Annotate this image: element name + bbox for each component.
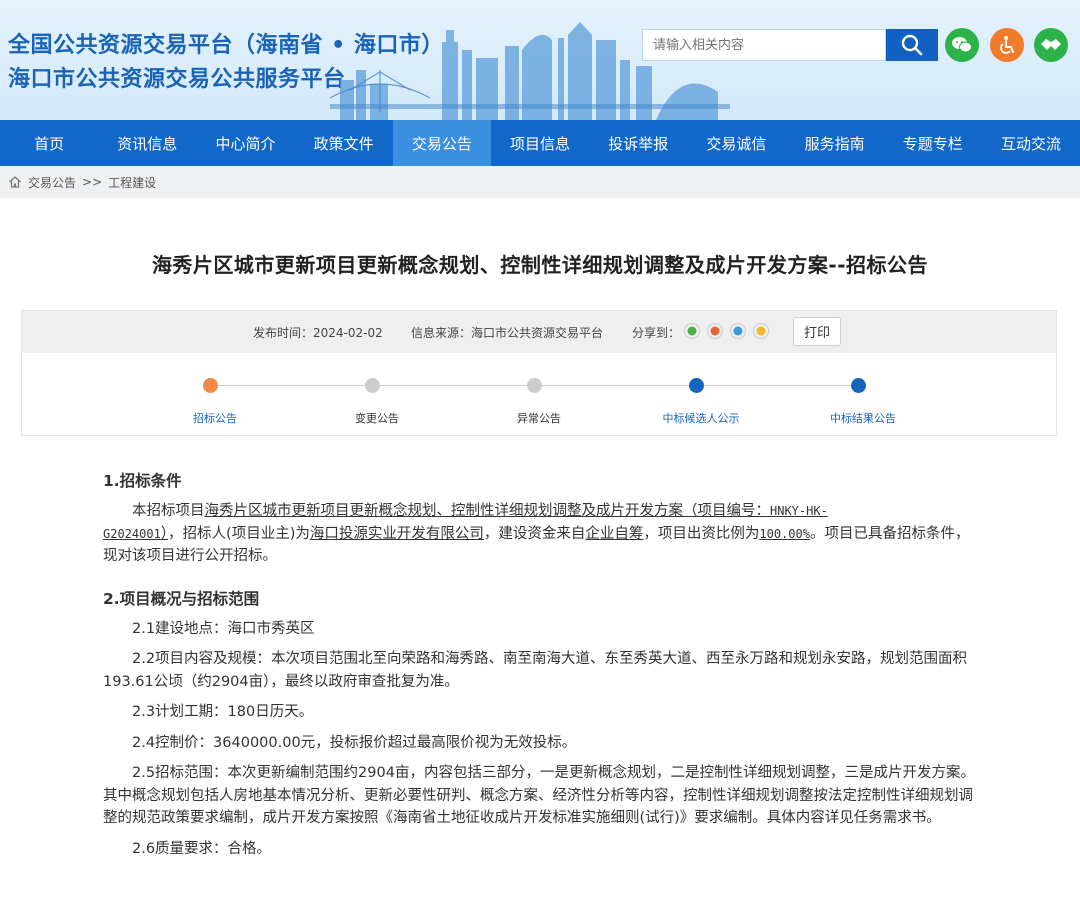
nav-item-interaction[interactable]: 互动交流 xyxy=(982,120,1080,166)
search-button[interactable] xyxy=(886,29,938,61)
article-info-panel: 发布时间：2024-02-02 信息来源：海口市公共资源交易平台 分享到： 打印… xyxy=(21,310,1057,436)
breadcrumb-separator: >> xyxy=(82,175,103,189)
home-icon[interactable] xyxy=(8,175,22,189)
handshake-icon xyxy=(1041,39,1061,50)
site-header: 全国公共资源交易平台（海南省 • 海口市） 海口市公共资源交易公共服务平台 xyxy=(0,0,1080,120)
fund-source-field: 企业自筹 xyxy=(585,525,644,542)
info-source: 信息来源：海口市公共资源交易平台 xyxy=(411,326,604,340)
paragraph-2-6: 2.6质量要求：合格。 xyxy=(132,840,272,857)
wechat-button[interactable] xyxy=(945,28,979,62)
step-dot-bid-notice[interactable] xyxy=(203,378,218,393)
project-code-close: ） xyxy=(160,525,169,542)
text-fragment: ，项目出资比例为 xyxy=(643,525,760,542)
paragraph-2-4: 2.4控制价：3640000.00元，投标报价超过最高限价视为无效投标。 xyxy=(132,734,577,751)
nav-item-policy[interactable]: 政策文件 xyxy=(295,120,393,166)
text-fragment: ，建设资金来自 xyxy=(483,525,586,542)
nav-item-news[interactable]: 资讯信息 xyxy=(98,120,196,166)
section-title-bid-conditions: 1.招标条件 xyxy=(103,472,182,490)
page-title: 海秀片区城市更新项目更新概念规划、控制性详细规划调整及成片开发方案--招标公告 xyxy=(151,253,929,277)
search-icon xyxy=(901,34,923,56)
wheelchair-icon xyxy=(1000,36,1014,54)
paragraph-2-3: 2.3计划工期：180日历天。 xyxy=(132,704,314,720)
step-dot-change-notice xyxy=(365,378,380,393)
article-meta-bar: 发布时间：2024-02-02 信息来源：海口市公共资源交易平台 分享到： 打印 xyxy=(22,311,1056,353)
step-label-change-notice: 变更公告 xyxy=(355,412,399,425)
breadcrumb-trade-notice[interactable]: 交易公告 xyxy=(28,174,76,191)
project-code-prefix: HNKY-HK- xyxy=(770,504,828,518)
qq-icon xyxy=(733,326,743,336)
paragraph-2-5: 2.5招标范围：本次更新编制范围约2904亩，内容包括三部分，一是更新概念规划，… xyxy=(103,765,975,826)
nav-item-complaints[interactable]: 投诉举报 xyxy=(589,120,687,166)
step-dot-result-notice[interactable] xyxy=(851,378,866,393)
search-input[interactable] xyxy=(642,29,886,61)
bid-conditions-paragraph: 本招标项目海秀片区城市更新项目更新概念规划、控制性详细规划调整及成片开发方案（项… xyxy=(103,500,983,568)
nav-item-project-info[interactable]: 项目信息 xyxy=(491,120,589,166)
weibo-icon xyxy=(710,326,720,336)
step-dot-candidate-notice[interactable] xyxy=(689,378,704,393)
star-icon xyxy=(756,326,766,336)
share-qq-button[interactable] xyxy=(730,323,746,339)
project-owner-field: 海口投源实业开发有限公司 xyxy=(309,525,484,542)
share-label: 分享到： xyxy=(632,326,681,340)
site-title-haikou: 海口市公共资源交易公共服务平台 xyxy=(8,67,346,92)
text-fragment: ，招标人(项目业主)为 xyxy=(168,525,310,542)
nav-item-about[interactable]: 中心简介 xyxy=(196,120,294,166)
main-nav: 首页 资讯信息 中心简介 政策文件 交易公告 项目信息 投诉举报 交易诚信 服务… xyxy=(0,120,1080,166)
project-code-suffix: G2024001 xyxy=(103,526,161,541)
publish-time: 发布时间：2024-02-02 xyxy=(253,326,383,340)
nav-item-trade-notice[interactable]: 交易公告 xyxy=(392,120,491,166)
step-dot-exception-notice xyxy=(527,378,542,393)
share-wechat-button[interactable] xyxy=(684,323,700,339)
step-label-candidate-notice[interactable]: 中标候选人公示 xyxy=(663,410,740,426)
breadcrumb-engineering[interactable]: 工程建设 xyxy=(108,174,156,191)
breadcrumb: 交易公告 >> 工程建设 xyxy=(0,166,1080,198)
step-label-exception-notice: 异常公告 xyxy=(517,412,561,425)
paragraph-2-2: 2.2项目内容及规模：本次项目范围北至向荣路和海秀路、南至南海大道、东至秀英大道… xyxy=(103,651,968,690)
cooperation-button[interactable] xyxy=(1034,28,1068,62)
nav-item-home[interactable]: 首页 xyxy=(0,120,98,166)
share-qzone-button[interactable] xyxy=(753,323,769,339)
text-fragment: 本招标项目 xyxy=(132,503,205,519)
nav-item-integrity[interactable]: 交易诚信 xyxy=(687,120,785,166)
print-button[interactable]: 打印 xyxy=(793,317,841,346)
step-label-result-notice[interactable]: 中标结果公告 xyxy=(830,410,896,426)
nav-item-service-guide[interactable]: 服务指南 xyxy=(786,120,884,166)
project-name-field: 海秀片区城市更新项目更新概念规划、控制性详细规划调整及成片开发方案（项目编号： xyxy=(204,503,771,519)
nav-item-special-topics[interactable]: 专题专栏 xyxy=(884,120,982,166)
funding-ratio-field: 100.00% xyxy=(759,526,810,541)
section-title-project-overview: 2.项目概况与招标范围 xyxy=(103,589,260,608)
share-weibo-button[interactable] xyxy=(707,323,723,339)
step-label-bid-notice[interactable]: 招标公告 xyxy=(193,410,237,426)
wechat-icon xyxy=(687,326,697,336)
article-body: 1.招标条件 本招标项目海秀片区城市更新项目更新概念规划、控制性详细规划调整及成… xyxy=(103,470,983,860)
wechat-icon xyxy=(952,37,972,53)
paragraph-2-1: 2.1建设地点：海口市秀英区 xyxy=(132,620,315,637)
accessibility-button[interactable] xyxy=(990,28,1024,62)
announcement-progress-steps: 招标公告 变更公告 异常公告 中标候选人公示 中标结果公告 xyxy=(22,353,1056,437)
